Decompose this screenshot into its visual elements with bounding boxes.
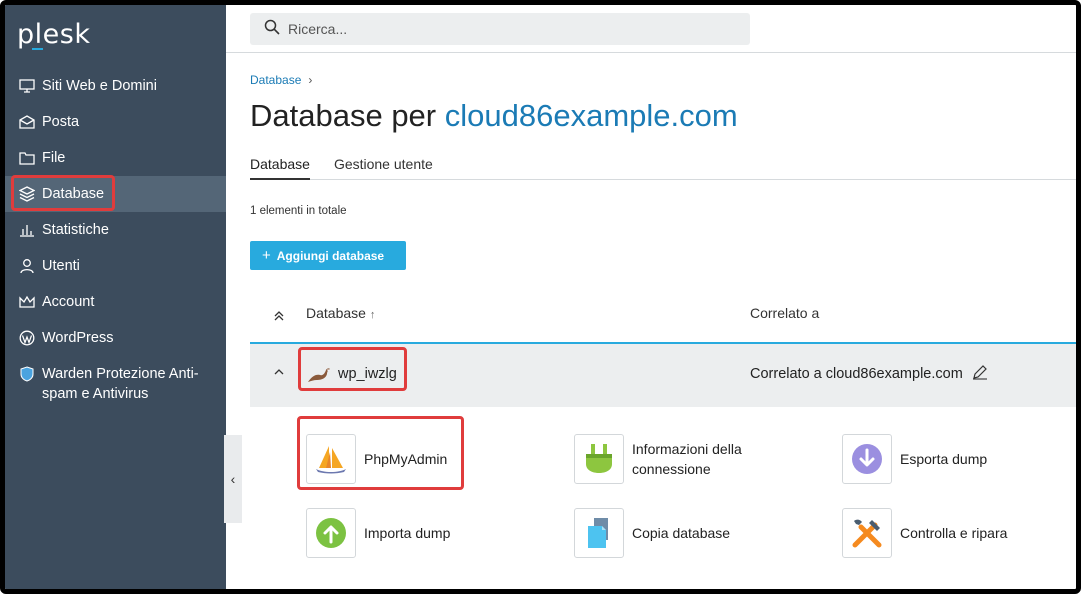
bar-chart-icon bbox=[18, 221, 36, 239]
tool-label: Copia database bbox=[632, 525, 731, 541]
chevron-up-icon[interactable] bbox=[274, 364, 284, 378]
pencil-edit-icon[interactable] bbox=[972, 364, 988, 384]
sidebar-item-siti-web[interactable]: Siti Web e Domini bbox=[5, 68, 226, 104]
column-header-database[interactable]: Database ↑ bbox=[306, 305, 375, 321]
sidebar-item-label: Statistiche bbox=[42, 222, 109, 238]
folder-icon bbox=[18, 149, 36, 167]
sidebar-item-label: Database bbox=[42, 186, 105, 202]
database-layers-icon bbox=[18, 185, 36, 203]
tool-informazioni-connessione[interactable]: Informazioni della connessione bbox=[574, 434, 772, 484]
sidebar-item-label: File bbox=[42, 150, 66, 166]
breadcrumb-separator: › bbox=[308, 73, 313, 87]
sidebar-item-database[interactable]: Database bbox=[5, 176, 226, 212]
breadcrumb: Database › bbox=[250, 73, 312, 87]
collapse-all-icon[interactable] bbox=[274, 311, 284, 324]
sidebar-item-label: Posta bbox=[42, 114, 80, 130]
table-header: Database ↑ Correlato a bbox=[250, 293, 1076, 344]
shield-icon bbox=[18, 365, 36, 383]
wrench-hammer-icon bbox=[842, 508, 892, 558]
app-window: plesk Siti Web e Domini Posta File Datab… bbox=[0, 0, 1081, 594]
plesk-logo[interactable]: plesk bbox=[17, 19, 90, 50]
sort-arrow-icon: ↑ bbox=[369, 309, 376, 321]
sidebar-item-warden[interactable]: Warden Protezione Anti-spam e Antivirus bbox=[5, 356, 226, 404]
phpmyadmin-sail-icon bbox=[306, 434, 356, 484]
search-icon bbox=[264, 19, 280, 40]
user-icon bbox=[18, 257, 36, 275]
search-box[interactable] bbox=[250, 13, 750, 45]
sidebar: plesk Siti Web e Domini Posta File Datab… bbox=[5, 5, 226, 589]
sidebar-item-label: Account bbox=[42, 294, 95, 310]
search-input[interactable] bbox=[288, 21, 688, 37]
add-database-label: Aggiungi database bbox=[276, 248, 385, 263]
database-name-link[interactable]: wp_iwzlg bbox=[338, 366, 397, 382]
sidebar-item-wordpress[interactable]: WordPress bbox=[5, 320, 226, 356]
sidebar-nav: Siti Web e Domini Posta File Database St… bbox=[5, 68, 226, 404]
tool-label: Importa dump bbox=[364, 525, 451, 541]
sidebar-item-utenti[interactable]: Utenti bbox=[5, 248, 226, 284]
items-count: 1 elementi in totale bbox=[250, 205, 347, 217]
column-header-related: Correlato a bbox=[750, 305, 820, 321]
wordpress-icon bbox=[18, 329, 36, 347]
add-database-button[interactable]: + Aggiungi database bbox=[250, 241, 406, 270]
top-bar bbox=[226, 5, 1076, 53]
copy-database-icon bbox=[574, 508, 624, 558]
tool-controlla-ripara[interactable]: Controlla e ripara bbox=[842, 508, 1007, 558]
tool-label: Informazioni della connessione bbox=[632, 441, 742, 477]
import-up-arrow-icon bbox=[306, 508, 356, 558]
sidebar-item-account[interactable]: Account bbox=[5, 284, 226, 320]
page-title-domain-link[interactable]: cloud86example.com bbox=[445, 98, 738, 133]
tool-esporta-dump[interactable]: Esporta dump bbox=[842, 434, 987, 484]
export-down-arrow-icon bbox=[842, 434, 892, 484]
sidebar-item-label: Warden Protezione Anti-spam e Antivirus bbox=[42, 366, 199, 402]
tool-label: Esporta dump bbox=[900, 451, 988, 467]
chevron-left-icon: ‹ bbox=[230, 471, 236, 487]
related-domain: Correlato a cloud86example.com bbox=[750, 366, 963, 382]
plus-icon: + bbox=[262, 247, 271, 264]
sidebar-collapse-button[interactable]: ‹ bbox=[224, 435, 242, 523]
page-title: Database per cloud86example.com bbox=[250, 98, 738, 134]
mariadb-seal-icon bbox=[307, 366, 331, 388]
tool-importa-dump[interactable]: Importa dump bbox=[306, 508, 450, 558]
sidebar-item-statistiche[interactable]: Statistiche bbox=[5, 212, 226, 248]
page-title-prefix: Database per bbox=[250, 98, 437, 133]
column-header-database-label: Database bbox=[306, 305, 366, 321]
tool-copia-database[interactable]: Copia database bbox=[574, 508, 730, 558]
sidebar-item-posta[interactable]: Posta bbox=[5, 104, 226, 140]
mail-icon bbox=[18, 113, 36, 131]
sidebar-item-label: Siti Web e Domini bbox=[42, 78, 157, 94]
tool-phpmyadmin[interactable]: PhpMyAdmin bbox=[306, 434, 447, 484]
tool-label: PhpMyAdmin bbox=[364, 451, 448, 467]
tool-label: Controlla e ripara bbox=[900, 525, 1008, 541]
tab-database[interactable]: Database bbox=[250, 156, 310, 180]
sidebar-item-file[interactable]: File bbox=[5, 140, 226, 176]
plug-icon bbox=[574, 434, 624, 484]
sidebar-item-label: Utenti bbox=[42, 258, 80, 274]
tab-gestione-utente[interactable]: Gestione utente bbox=[334, 156, 433, 180]
sidebar-item-label: WordPress bbox=[42, 330, 114, 346]
monitor-icon bbox=[18, 77, 36, 95]
logo-accent bbox=[32, 48, 43, 50]
crown-icon bbox=[18, 293, 36, 311]
table-row: wp_iwzlg Correlato a cloud86example.com bbox=[250, 344, 1076, 407]
tab-bar: Database Gestione utente bbox=[250, 156, 1076, 180]
breadcrumb-link-database[interactable]: Database bbox=[250, 73, 301, 87]
